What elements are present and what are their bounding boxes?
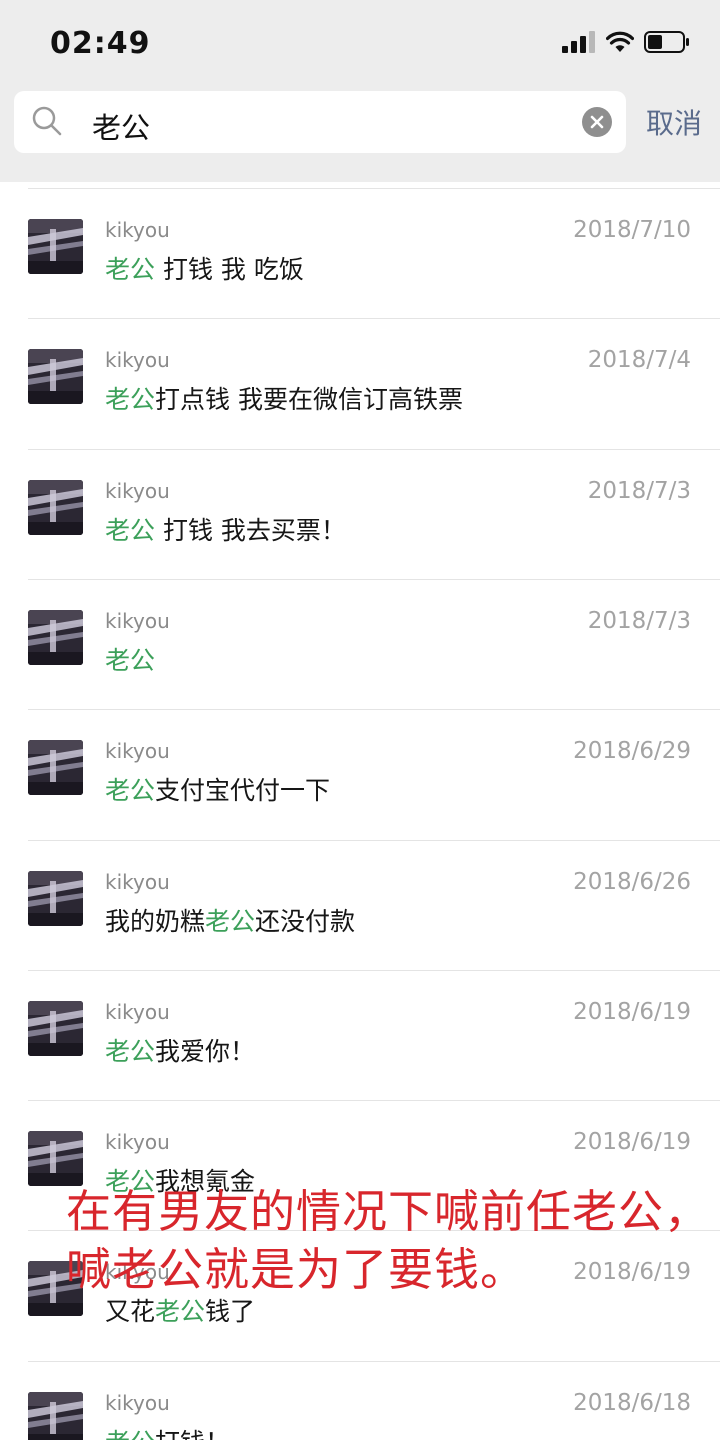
sender-name: kikyou: [105, 999, 170, 1024]
search-box[interactable]: 老公: [14, 91, 626, 153]
wifi-icon: [606, 31, 634, 52]
row-divider: [28, 318, 720, 320]
snippet-text: 打钱 我 吃饭: [155, 255, 304, 284]
snippet-text: 打钱！: [155, 1428, 230, 1440]
row-divider: [28, 448, 720, 450]
sender-name: kikyou: [105, 218, 170, 242]
highlighted-keyword: 老公: [105, 776, 156, 806]
message-date: 2018/6/19: [573, 998, 691, 1025]
sender-name: kikyou: [105, 608, 170, 633]
sender-name: kikyou: [105, 1390, 170, 1415]
result-row[interactable]: kikyou 2018/6/29 老公支付宝代付一下: [0, 709, 720, 839]
row-divider: [28, 1100, 720, 1102]
highlighted-keyword: 老公: [105, 1036, 156, 1066]
result-row[interactable]: kikyou 2018/7/3 老公: [0, 578, 720, 709]
message-date: 2018/7/10: [573, 217, 691, 243]
message-snippet: 老公: [105, 641, 155, 677]
avatar: [28, 740, 83, 796]
snippet-text: 还没付款: [255, 906, 356, 936]
result-row[interactable]: kikyou 2018/6/18 老公打钱！: [0, 1360, 720, 1440]
status-icons: [562, 30, 690, 54]
cancel-button[interactable]: 取消: [646, 102, 702, 142]
row-divider: [28, 709, 720, 711]
highlighted-keyword: 老公: [105, 1428, 155, 1440]
snippet-text: 我的奶糕: [105, 906, 206, 936]
highlighted-keyword: 老公: [105, 255, 156, 284]
avatar: [28, 870, 83, 926]
row-divider: [28, 1360, 720, 1362]
snippet-text: 我爱你！: [155, 1036, 256, 1066]
result-row[interactable]: kikyou 2018/7/10 老公 打钱 我 吃饭: [0, 188, 720, 318]
avatar: [28, 1000, 83, 1056]
top-bar: 02:49 老公 取消: [0, 0, 720, 182]
message-date: 2018/7/4: [587, 347, 691, 374]
message-snippet: 老公 打钱 我 吃饭: [105, 250, 304, 286]
message-date: 2018/6/19: [573, 1129, 691, 1156]
message-snippet: 老公打钱！: [105, 1423, 230, 1440]
sender-name: kikyou: [105, 348, 170, 373]
message-snippet: 老公支付宝代付一下: [105, 771, 330, 807]
snippet-text: 又花: [105, 1297, 156, 1327]
snippet-text: 打点钱 我要在微信订高铁票: [155, 385, 463, 415]
status-time: 02:49: [50, 26, 151, 61]
result-row[interactable]: kikyou 2018/7/4 老公打点钱 我要在微信订高铁票: [0, 318, 720, 448]
row-divider: [28, 578, 720, 580]
clear-search-icon[interactable]: [582, 107, 612, 137]
avatar: [28, 1131, 83, 1187]
message-date: 2018/6/26: [573, 868, 691, 895]
result-row[interactable]: kikyou 2018/7/3 老公 打钱 我去买票！: [0, 448, 720, 579]
sender-name: kikyou: [105, 478, 170, 503]
sender-name: kikyou: [105, 739, 170, 764]
cellular-signal-icon: [562, 31, 595, 53]
message-snippet: 我的奶糕老公还没付款: [105, 902, 355, 938]
snippet-text: 钱了: [205, 1297, 256, 1327]
result-row[interactable]: kikyou 2018/6/19 老公我爱你！: [0, 969, 720, 1100]
search-icon: [32, 106, 62, 136]
avatar: [28, 219, 83, 274]
row-divider: [28, 839, 720, 841]
highlighted-keyword: 老公: [105, 515, 156, 545]
avatar: [28, 609, 83, 665]
snippet-text: 打钱 我去买票！: [155, 515, 346, 545]
search-input[interactable]: 老公: [92, 105, 150, 147]
message-date: 2018/7/3: [587, 607, 691, 634]
row-divider: [28, 188, 720, 189]
message-snippet: 老公 打钱 我去买票！: [105, 511, 346, 547]
result-row[interactable]: kikyou 2018/6/26 我的奶糕老公还没付款: [0, 839, 720, 970]
avatar: [28, 479, 83, 535]
message-date: 2018/7/3: [587, 477, 691, 504]
highlighted-keyword: 老公: [155, 1297, 206, 1327]
sender-name: kikyou: [105, 869, 170, 894]
row-divider: [28, 969, 720, 971]
snippet-text: 支付宝代付一下: [155, 776, 331, 806]
battery-icon: [644, 31, 689, 53]
highlighted-keyword: 老公: [205, 906, 256, 936]
message-snippet: 老公打点钱 我要在微信订高铁票: [105, 380, 463, 416]
message-snippet: 老公我爱你！: [105, 1032, 255, 1068]
highlighted-keyword: 老公: [105, 645, 156, 675]
highlighted-keyword: 老公: [105, 385, 156, 415]
sender-name: kikyou: [105, 1130, 170, 1155]
avatar: [28, 1391, 83, 1440]
message-date: 2018/6/18: [573, 1389, 691, 1416]
avatar: [28, 349, 83, 405]
message-date: 2018/6/29: [573, 738, 691, 765]
overlay-caption: 在有男友的情况下喊前任老公，喊老公就是为了要钱。: [66, 1185, 711, 1296]
